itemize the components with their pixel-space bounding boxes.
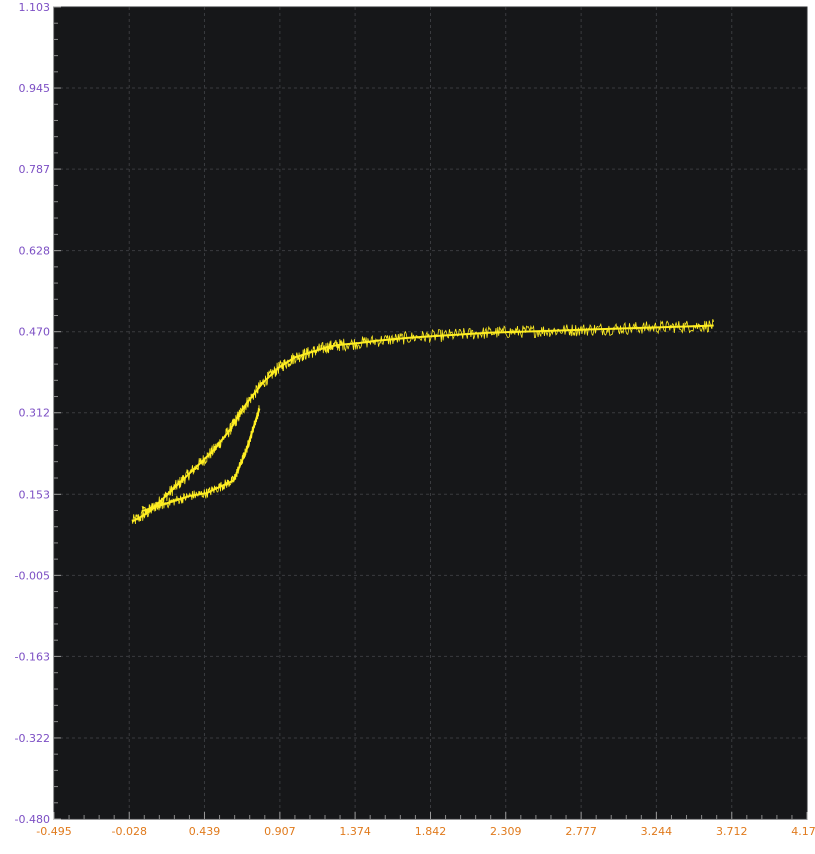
x-tick-label: 4.179 (791, 825, 815, 838)
x-tick-label: 1.842 (415, 825, 447, 838)
y-tick-label: 1.103 (19, 1, 51, 14)
x-tick-label: 0.439 (189, 825, 221, 838)
x-tick-label: -0.495 (36, 825, 71, 838)
y-tick-label: 0.787 (19, 163, 51, 176)
y-tick-label: 0.153 (19, 488, 51, 501)
chart: 1.103 0.945 0.787 0.628 0.470 0.312 0.153 -0.00… (0, 0, 815, 854)
y-tick-label: 0.312 (19, 407, 51, 420)
x-tick-label: 3.244 (641, 825, 673, 838)
x-tick-label: 0.907 (264, 825, 296, 838)
y-tick-label: -0.163 (15, 650, 50, 663)
y-tick-label: -0.322 (15, 732, 50, 745)
x-tick-label: 1.374 (339, 825, 371, 838)
x-tick-label: 3.712 (716, 825, 748, 838)
x-tick-label: 2.777 (565, 825, 597, 838)
y-tick-label: 0.945 (19, 82, 51, 95)
x-tick-label: 2.309 (490, 825, 522, 838)
x-tick-label: -0.028 (112, 825, 147, 838)
y-tick-label: 0.470 (19, 326, 51, 339)
y-tick-label: 0.628 (19, 245, 51, 258)
y-tick-label: -0.005 (15, 569, 50, 582)
